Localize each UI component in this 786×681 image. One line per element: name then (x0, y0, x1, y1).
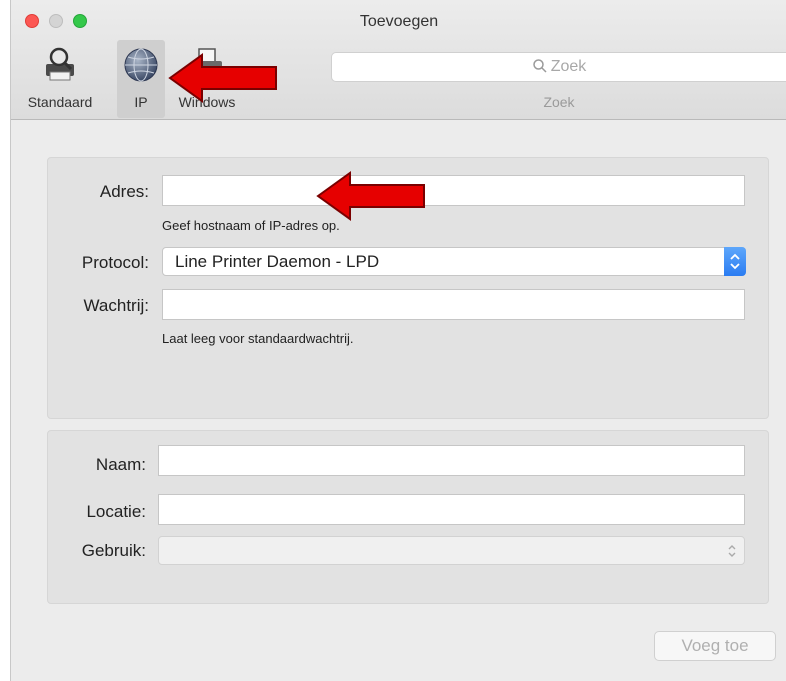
address-hint: Geef hostnaam of IP-adres op. (162, 218, 340, 233)
name-label: Naam: (95, 455, 146, 474)
queue-hint: Laat leeg voor standaardwachtrij. (162, 331, 354, 346)
tab-ip[interactable]: IP (117, 40, 165, 118)
window-title: Toevoegen (359, 13, 439, 30)
search-input[interactable]: Zoek (331, 52, 786, 82)
location-field[interactable] (158, 494, 745, 525)
search-icon (532, 59, 547, 73)
popup-chevron-icon (726, 543, 738, 559)
queue-field[interactable] (162, 289, 745, 320)
use-popup[interactable] (158, 536, 745, 565)
popup-chevron-icon (724, 247, 746, 276)
address-label: Adres: (99, 182, 149, 201)
annotation-arrow-icon (168, 53, 277, 103)
add-printer-window: Toevoegen Standaard IP Windows Zoek Zoek… (10, 0, 786, 681)
protocol-popup[interactable]: Line Printer Daemon - LPD (162, 247, 746, 276)
queue-label: Wachtrij: (83, 296, 150, 315)
tab-standaard[interactable]: Standaard (13, 40, 107, 118)
name-field[interactable] (158, 445, 745, 476)
tab-label: Standaard (27, 94, 93, 110)
use-label: Gebruik: (81, 541, 146, 560)
printer-search-icon (41, 46, 79, 84)
location-label: Locatie: (86, 502, 146, 521)
tab-label: IP (134, 94, 148, 110)
toolbar: Toevoegen Standaard IP Windows Zoek Zoek (11, 0, 786, 120)
add-button[interactable]: Voeg toe (654, 631, 776, 661)
annotation-arrow-icon (316, 171, 425, 221)
globe-icon (122, 46, 160, 84)
search-label: Zoek (543, 94, 575, 110)
address-field[interactable] (162, 175, 745, 206)
protocol-value: Line Printer Daemon - LPD (175, 252, 380, 271)
search-placeholder: Zoek (550, 58, 587, 75)
protocol-label: Protocol: (81, 253, 149, 272)
